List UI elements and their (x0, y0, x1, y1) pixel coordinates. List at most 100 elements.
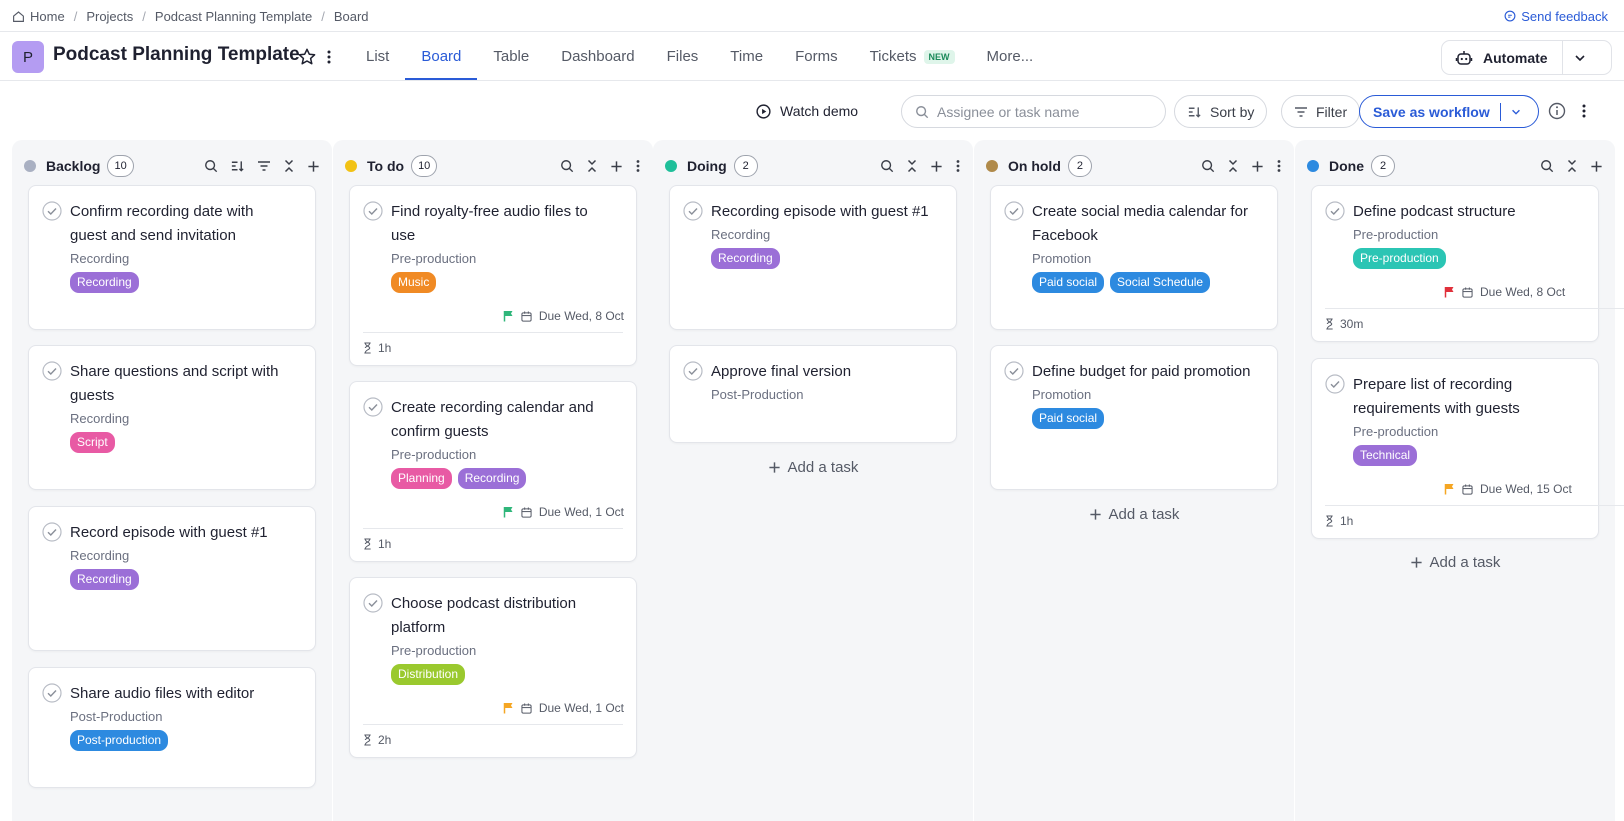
plus-icon[interactable] (930, 160, 943, 173)
search-icon[interactable] (204, 159, 218, 173)
search-icon[interactable] (1540, 159, 1554, 173)
complete-check-icon[interactable] (363, 593, 383, 613)
task-card[interactable]: Record episode with guest #1 Recording Rec… (28, 506, 316, 651)
column-header: Backlog 10 (24, 153, 320, 179)
plus-icon[interactable] (1251, 160, 1264, 173)
collapse-icon[interactable] (1227, 159, 1239, 173)
tab-files[interactable]: Files (651, 33, 715, 80)
watch-demo-button[interactable]: Watch demo (756, 95, 858, 127)
search-input[interactable] (937, 103, 1157, 120)
task-card[interactable]: Share questions and script with guests Re… (28, 345, 316, 490)
collapse-icon[interactable] (283, 159, 295, 173)
plus-icon[interactable] (1590, 160, 1603, 173)
task-card[interactable]: Create social media calendar for Faceboo… (990, 185, 1278, 330)
project-avatar[interactable]: P (12, 41, 44, 73)
automate-button[interactable]: Automate (1441, 40, 1612, 75)
task-card[interactable]: Recording episode with guest #1 Recording… (669, 185, 957, 330)
due-date[interactable]: Due Wed, 8 Oct (1444, 285, 1565, 299)
time-estimate[interactable]: 1h (1325, 514, 1353, 528)
complete-check-icon[interactable] (683, 361, 703, 381)
filter-icon[interactable] (257, 160, 271, 172)
task-card[interactable]: Approve final version Post-Production (669, 345, 957, 443)
collapse-icon[interactable] (1566, 159, 1578, 173)
due-date[interactable]: Due Wed, 8 Oct (503, 309, 624, 323)
tab-time[interactable]: Time (714, 33, 779, 80)
complete-check-icon[interactable] (42, 361, 62, 381)
add-task-button[interactable]: Add a task (653, 459, 973, 476)
more-icon[interactable] (955, 159, 961, 173)
task-section: Recording (70, 411, 130, 426)
complete-check-icon[interactable] (363, 397, 383, 417)
breadcrumb-project[interactable]: Podcast Planning Template (155, 9, 312, 24)
plus-icon[interactable] (307, 160, 320, 173)
project-more-icon[interactable] (326, 47, 332, 67)
more-icon[interactable] (635, 159, 641, 173)
filter-button[interactable]: Filter (1281, 95, 1361, 128)
task-tags: Pre-production (1353, 248, 1598, 269)
task-card[interactable]: Create recording calendar and confirm gu… (349, 381, 637, 562)
tab-table[interactable]: Table (477, 33, 545, 80)
breadcrumb-home[interactable]: Home (30, 9, 65, 24)
complete-check-icon[interactable] (42, 201, 62, 221)
task-card[interactable]: Find royalty-free audio files to use Pre-… (349, 185, 637, 366)
more-options-icon[interactable] (1581, 102, 1587, 120)
add-task-label: Add a task (1429, 554, 1501, 571)
search-icon[interactable] (880, 159, 894, 173)
complete-check-icon[interactable] (363, 201, 383, 221)
collapse-icon[interactable] (586, 159, 598, 173)
chevron-down-icon[interactable] (1510, 106, 1522, 118)
column-actions (204, 159, 320, 173)
complete-check-icon[interactable] (42, 683, 62, 703)
time-estimate[interactable]: 1h (363, 341, 391, 355)
task-card[interactable]: Share audio files with editor Post-Produc… (28, 667, 316, 788)
task-card[interactable]: Confirm recording date with guest and se… (28, 185, 316, 330)
home-icon (13, 10, 24, 22)
column-count: 2 (733, 155, 758, 177)
task-tags: Script (70, 432, 315, 453)
task-card[interactable]: Define budget for paid promotion Promotio… (990, 345, 1278, 490)
new-badge: NEW (923, 49, 955, 64)
complete-check-icon[interactable] (1325, 201, 1345, 221)
tab-tickets[interactable]: Tickets NEW (854, 33, 971, 80)
save-as-workflow-button[interactable]: Save as workflow (1359, 95, 1539, 128)
time-estimate[interactable]: 1h (363, 537, 391, 551)
due-date[interactable]: Due Wed, 1 Oct (503, 505, 624, 519)
tab-list[interactable]: List (350, 33, 405, 80)
task-section: Pre-production (391, 251, 477, 266)
tab-forms[interactable]: Forms (779, 33, 854, 80)
tab-board[interactable]: Board (405, 33, 478, 80)
sort-icon[interactable] (230, 159, 245, 173)
sort-by-button[interactable]: Sort by (1174, 95, 1268, 128)
complete-check-icon[interactable] (1004, 361, 1024, 381)
plus-icon (1089, 508, 1102, 521)
info-icon[interactable] (1548, 102, 1566, 120)
breadcrumb-projects[interactable]: Projects (86, 9, 133, 24)
send-feedback-link[interactable]: Send feedback (1504, 6, 1608, 26)
complete-check-icon[interactable] (42, 522, 62, 542)
time-estimate[interactable]: 30m (1325, 317, 1363, 331)
complete-check-icon[interactable] (683, 201, 703, 221)
complete-check-icon[interactable] (1004, 201, 1024, 221)
hourglass-icon (363, 734, 372, 746)
project-title[interactable]: Podcast Planning Template (53, 44, 300, 66)
tag: Paid social (1032, 408, 1105, 429)
chevron-down-icon[interactable] (1573, 51, 1587, 65)
star-icon[interactable] (297, 47, 317, 67)
search-icon[interactable] (560, 159, 574, 173)
task-card[interactable]: Choose podcast distribution platform Pre-… (349, 577, 637, 758)
plus-icon[interactable] (610, 160, 623, 173)
tab-more[interactable]: More... (971, 33, 1050, 80)
add-task-button[interactable]: Add a task (974, 506, 1294, 523)
time-estimate[interactable]: 2h (363, 733, 391, 747)
tab-dashboard[interactable]: Dashboard (545, 33, 650, 80)
due-date[interactable]: Due Wed, 1 Oct (503, 701, 624, 715)
more-icon[interactable] (1276, 159, 1282, 173)
task-card[interactable]: Prepare list of recording requirements w… (1311, 358, 1624, 539)
task-card[interactable]: Define podcast structure Pre-production Pr… (1311, 185, 1624, 342)
add-task-button[interactable]: Add a task (1295, 554, 1615, 571)
due-date[interactable]: Due Wed, 15 Oct (1444, 482, 1572, 496)
complete-check-icon[interactable] (1325, 374, 1345, 394)
search-icon[interactable] (1201, 159, 1215, 173)
hourglass-icon (363, 538, 372, 550)
collapse-icon[interactable] (906, 159, 918, 173)
